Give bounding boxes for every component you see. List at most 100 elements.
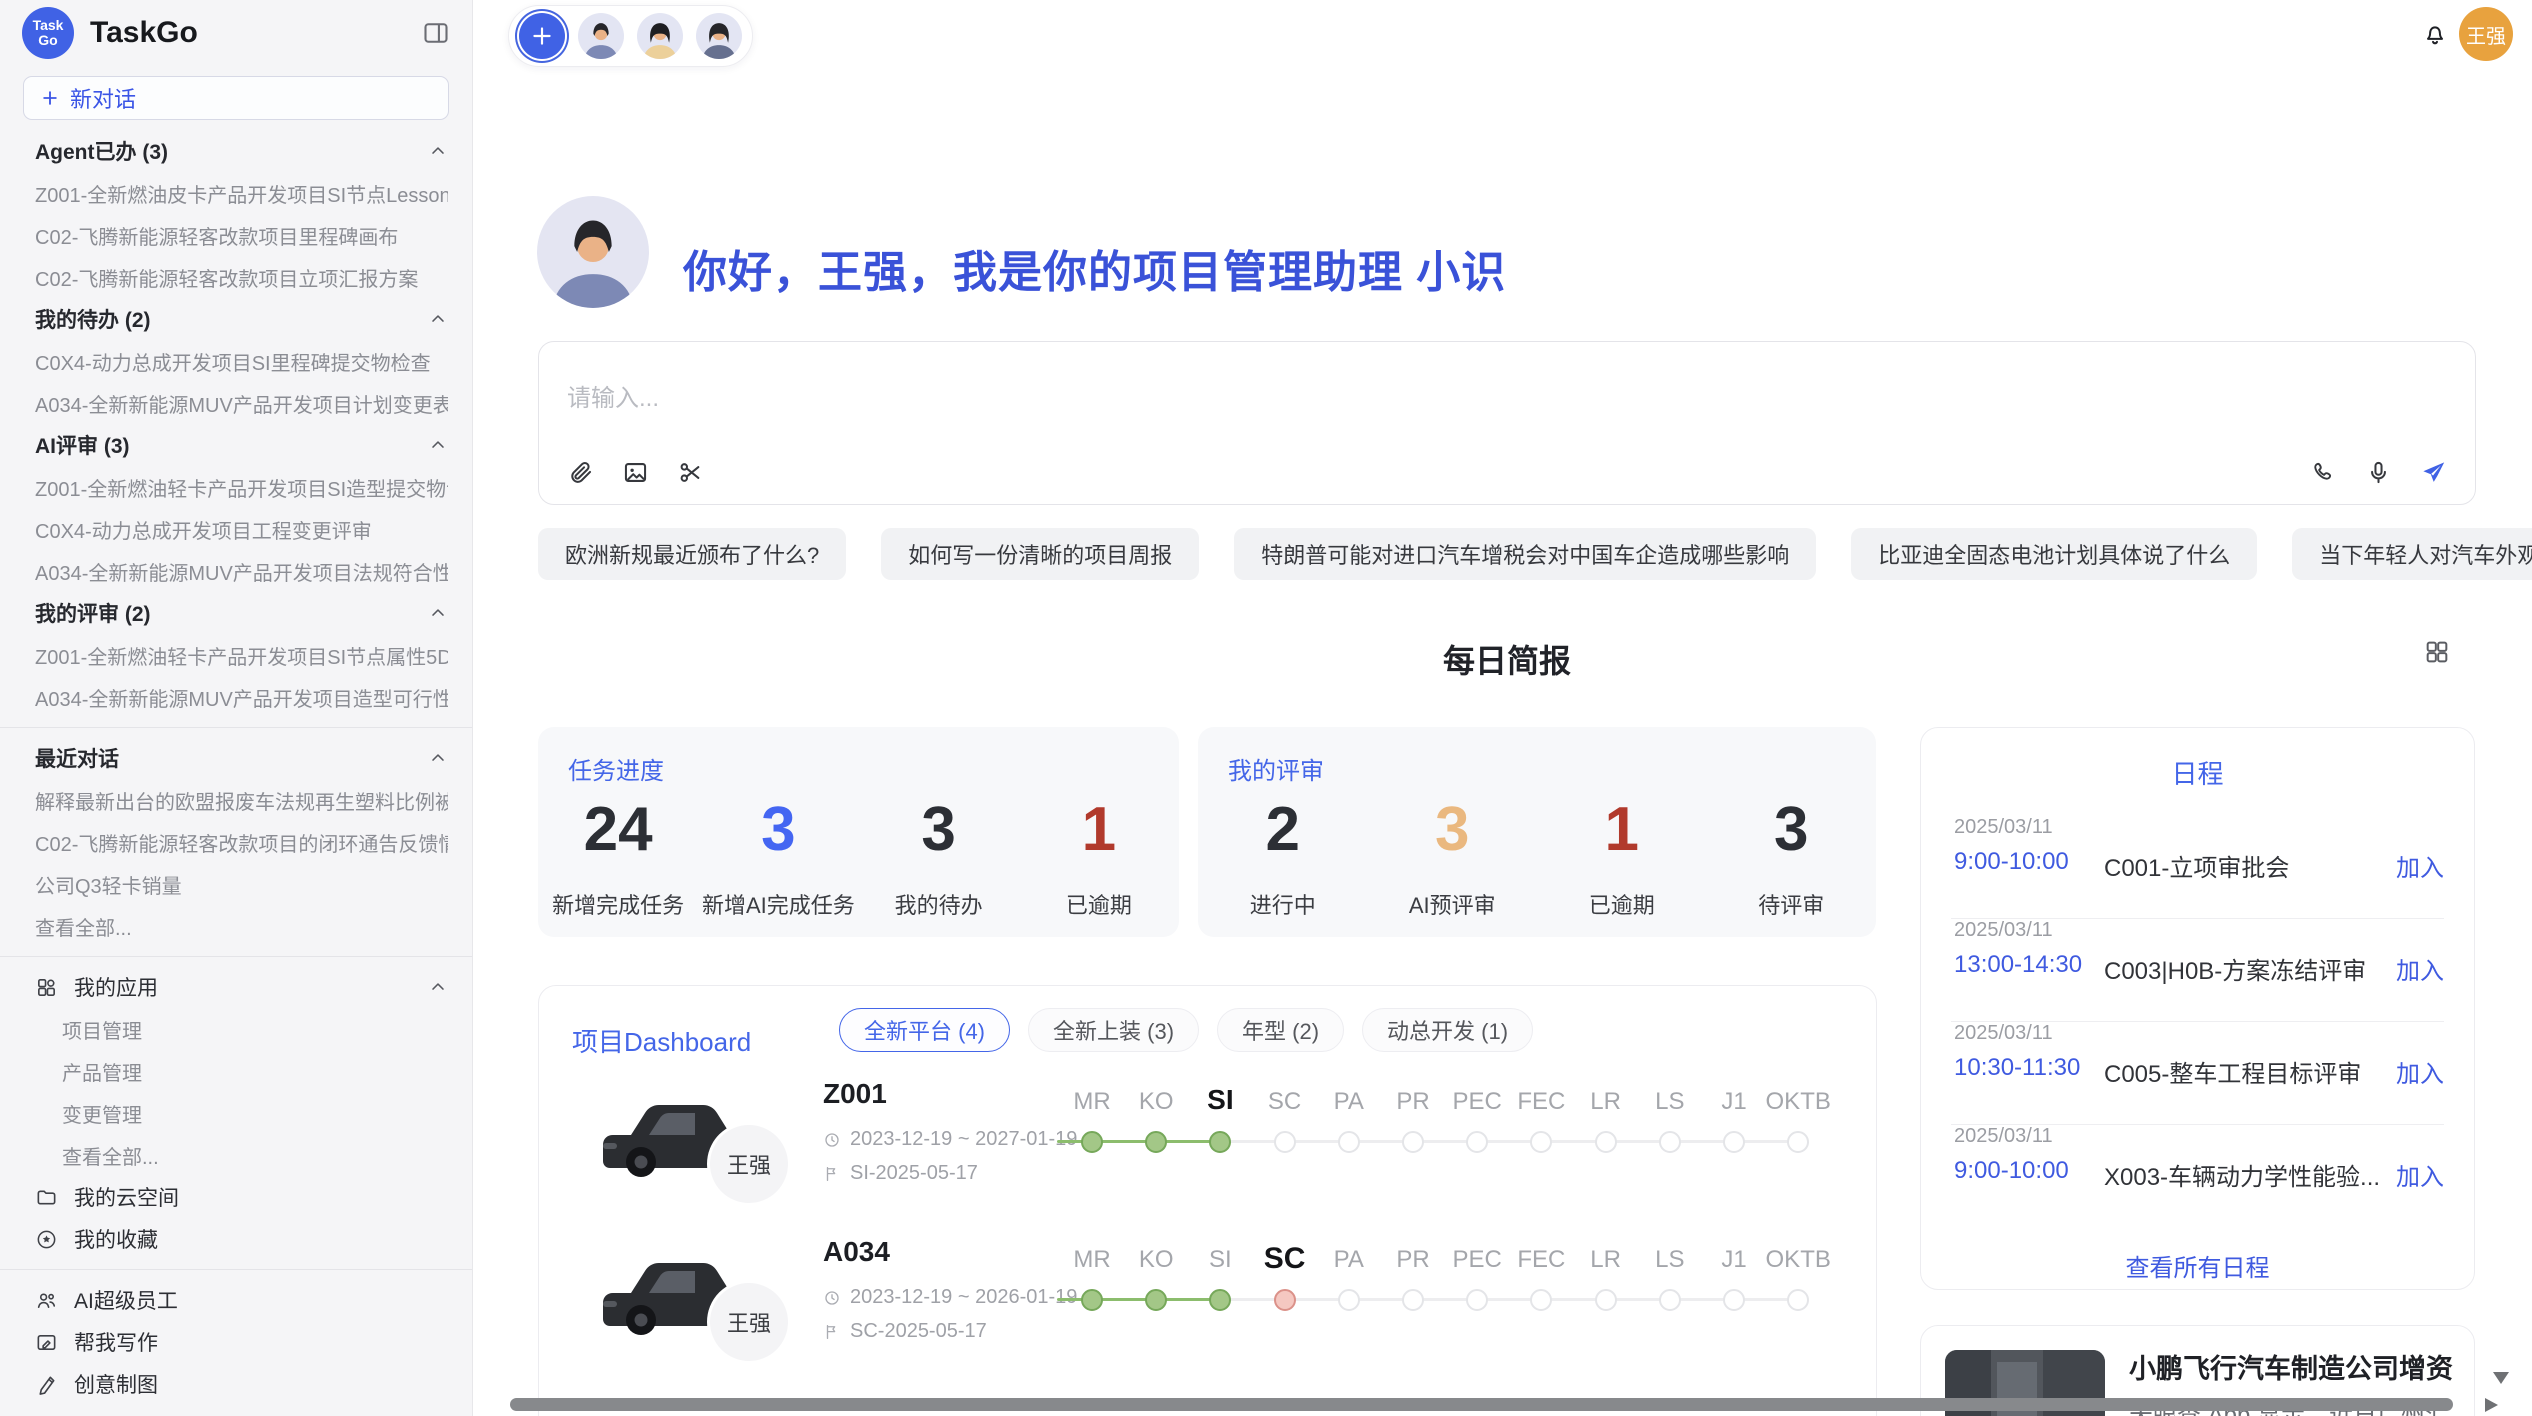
stat: 1已逾期 bbox=[1537, 799, 1707, 920]
sidebar-item[interactable]: A034-全新新能源MUV产品开发项目法规符合性评审 bbox=[0, 550, 472, 592]
chat-input-placeholder: 请输入... bbox=[567, 378, 659, 413]
notifications-bell-icon[interactable] bbox=[2421, 19, 2449, 47]
sidebar-item[interactable]: C02-飞腾新能源轻客改款项目立项汇报方案 bbox=[0, 256, 472, 298]
task-progress-card: 任务进度 24新增完成任务3新增AI完成任务3我的待办1已逾期 bbox=[538, 727, 1179, 937]
stat-value: 3 bbox=[1368, 799, 1538, 861]
stat-label: AI预评审 bbox=[1368, 888, 1538, 920]
join-meeting-link[interactable]: 加入 bbox=[2396, 1157, 2444, 1192]
join-meeting-link[interactable]: 加入 bbox=[2396, 848, 2444, 883]
dashboard-tab-4[interactable]: 动总开发 (1) bbox=[1362, 1008, 1533, 1052]
user-avatar[interactable]: 王强 bbox=[2459, 7, 2513, 61]
main-area: 王强 你好，王强，我是你的项目管理助理 小识 请输入... bbox=[473, 0, 2532, 1416]
chat-input[interactable]: 请输入... bbox=[538, 341, 2476, 505]
sidebar-item[interactable]: A034-全新新能源MUV产品开发项目计划变更表编写 bbox=[0, 382, 472, 424]
suggestion-chip-2[interactable]: 如何写一份清晰的项目周报 bbox=[881, 528, 1199, 580]
chevron-up-icon bbox=[428, 603, 448, 623]
sidebar-item[interactable]: C02-飞腾新能源轻客改款项目的闭环通告反馈情况 bbox=[0, 821, 472, 863]
stat-label: 新增AI完成任务 bbox=[698, 888, 858, 920]
microphone-icon[interactable] bbox=[2365, 459, 2392, 486]
collapse-sidebar-icon[interactable] bbox=[422, 19, 450, 47]
suggestion-chip-1[interactable]: 欧洲新规最近颁布了什么? bbox=[538, 528, 846, 580]
dashboard-tab-3[interactable]: 年型 (2) bbox=[1217, 1008, 1344, 1052]
session-switcher bbox=[508, 5, 753, 67]
sidebar-item[interactable]: 产品管理 bbox=[0, 1050, 472, 1092]
milestone-dot bbox=[1595, 1289, 1617, 1311]
schedule-title: 日程 bbox=[1921, 754, 2474, 791]
sidebar-tool-write[interactable]: 帮我写作 bbox=[0, 1321, 472, 1363]
sidebar-item[interactable]: 变更管理 bbox=[0, 1092, 472, 1134]
sidebar-tool-users[interactable]: AI超级员工 bbox=[0, 1279, 472, 1321]
sidebar-section-header[interactable]: 最近对话 bbox=[0, 737, 472, 779]
stat-value: 1 bbox=[1537, 799, 1707, 861]
stat-value: 1 bbox=[1019, 799, 1179, 861]
sidebar-item-my-apps[interactable]: 我的应用 bbox=[0, 966, 472, 1008]
sidebar-section-header[interactable]: 我的评审 (2) bbox=[0, 592, 472, 634]
stat-label: 已逾期 bbox=[1019, 888, 1179, 920]
scroll-down-arrow[interactable] bbox=[2493, 1372, 2509, 1384]
sidebar-item[interactable]: 公司Q3轻卡销量 bbox=[0, 863, 472, 905]
sidebar-nav: Agent已办 (3)Z001-全新燃油皮卡产品开发项目SI节点Lesson L… bbox=[0, 130, 472, 1405]
divider bbox=[0, 956, 472, 957]
image-icon[interactable] bbox=[622, 459, 649, 486]
sidebar-tool-pen[interactable]: 创意制图 bbox=[0, 1363, 472, 1405]
project-dashboard-card: 项目Dashboard 全新平台 (4)全新上装 (3)年型 (2)动总开发 (… bbox=[538, 985, 1877, 1416]
project-milestone-flag: SC-2025-05-17 bbox=[823, 1320, 987, 1343]
attachment-icon[interactable] bbox=[567, 459, 594, 486]
creative-pen-icon bbox=[35, 1373, 58, 1396]
sidebar-item[interactable]: A034-全新新能源MUV产品开发项目造型可行性评审 bbox=[0, 676, 472, 718]
sidebar-item[interactable]: 解释最新出台的欧盟报废车法规再生塑料比例被调至15%... bbox=[0, 779, 472, 821]
stat-label: 进行中 bbox=[1198, 888, 1368, 920]
section-title: AI评审 (3) bbox=[35, 430, 130, 460]
phone-icon[interactable] bbox=[2310, 459, 2337, 486]
schedule-time: 10:30-11:30 bbox=[1954, 1054, 2080, 1082]
agent-avatar-2[interactable] bbox=[637, 13, 683, 59]
join-meeting-link[interactable]: 加入 bbox=[2396, 951, 2444, 986]
sidebar-section-header[interactable]: AI评审 (3) bbox=[0, 424, 472, 466]
project-row[interactable]: 王强Z0012023-12-19 ~ 2027-01-19SI-2025-05-… bbox=[539, 1078, 1876, 1236]
dashboard-tab-1[interactable]: 全新平台 (4) bbox=[839, 1008, 1010, 1052]
sidebar-item[interactable]: C02-飞腾新能源轻客改款项目里程碑画布 bbox=[0, 214, 472, 256]
suggestion-chip-3[interactable]: 特朗普可能对进口汽车增税会对中国车企造成哪些影响 bbox=[1234, 528, 1816, 580]
sidebar-item[interactable]: Z001-全新燃油轻卡产品开发项目SI节点属性5D文件评审 bbox=[0, 634, 472, 676]
schedule-entry: 2025/03/1113:00-14:30C003|H0B-方案冻结评审加入 bbox=[1921, 919, 2474, 1022]
project-row[interactable]: 王强A0342023-12-19 ~ 2026-01-19SC-2025-05-… bbox=[539, 1236, 1876, 1394]
sidebar-item[interactable]: 查看全部... bbox=[0, 905, 472, 947]
sidebar-section-header[interactable]: Agent已办 (3) bbox=[0, 130, 472, 172]
ai-staff-icon bbox=[35, 1289, 58, 1312]
horizontal-scrollbar[interactable] bbox=[510, 1398, 2453, 1411]
sidebar-section-header[interactable]: 我的待办 (2) bbox=[0, 298, 472, 340]
project-owner-badge: 王强 bbox=[707, 1122, 791, 1206]
milestone-dot bbox=[1081, 1289, 1103, 1311]
new-chat-button[interactable]: 新对话 bbox=[23, 76, 449, 120]
stat: 2进行中 bbox=[1198, 799, 1368, 920]
scroll-right-arrow[interactable] bbox=[2485, 1398, 2498, 1412]
suggestion-chip-4[interactable]: 比亚迪全固态电池计划具体说了什么 bbox=[1851, 528, 2257, 580]
daily-brief-title: 每日简报 bbox=[538, 636, 2476, 682]
sidebar-item-folder[interactable]: 我的云空间 bbox=[0, 1176, 472, 1218]
suggestion-chip-5[interactable]: 当下年轻人对汽车外观有怎样的喜好趋势 bbox=[2292, 528, 2532, 580]
milestone-dot bbox=[1787, 1131, 1809, 1153]
sidebar-item[interactable]: C0X4-动力总成开发项目工程变更评审 bbox=[0, 508, 472, 550]
add-session-button[interactable] bbox=[519, 13, 565, 59]
schedule-time: 9:00-10:00 bbox=[1954, 1157, 2069, 1185]
agent-avatar-1[interactable] bbox=[578, 13, 624, 59]
send-icon[interactable] bbox=[2420, 459, 2447, 486]
sidebar-item[interactable]: 项目管理 bbox=[0, 1008, 472, 1050]
milestone-dot bbox=[1209, 1131, 1231, 1153]
scissors-icon[interactable] bbox=[677, 459, 704, 486]
section-title: 我的评审 (2) bbox=[35, 598, 151, 628]
layout-grid-icon[interactable] bbox=[2423, 638, 2451, 666]
milestone-dot bbox=[1338, 1289, 1360, 1311]
plus-icon bbox=[40, 88, 60, 108]
my-review-card: 我的评审 2进行中3AI预评审1已逾期3待评审 bbox=[1198, 727, 1876, 937]
sidebar-item[interactable]: Z001-全新燃油轻卡产品开发项目SI造型提交物评审 bbox=[0, 466, 472, 508]
view-all-schedule-link[interactable]: 查看所有日程 bbox=[1921, 1248, 2474, 1283]
milestone-dot bbox=[1145, 1289, 1167, 1311]
sidebar-item[interactable]: Z001-全新燃油皮卡产品开发项目SI节点Lesson Learn报告 bbox=[0, 172, 472, 214]
join-meeting-link[interactable]: 加入 bbox=[2396, 1054, 2444, 1089]
sidebar-item[interactable]: 查看全部... bbox=[0, 1134, 472, 1176]
dashboard-tab-2[interactable]: 全新上装 (3) bbox=[1028, 1008, 1199, 1052]
sidebar-item[interactable]: C0X4-动力总成开发项目SI里程碑提交物检查 bbox=[0, 340, 472, 382]
agent-avatar-3[interactable] bbox=[696, 13, 742, 59]
sidebar-item-star[interactable]: 我的收藏 bbox=[0, 1218, 472, 1260]
